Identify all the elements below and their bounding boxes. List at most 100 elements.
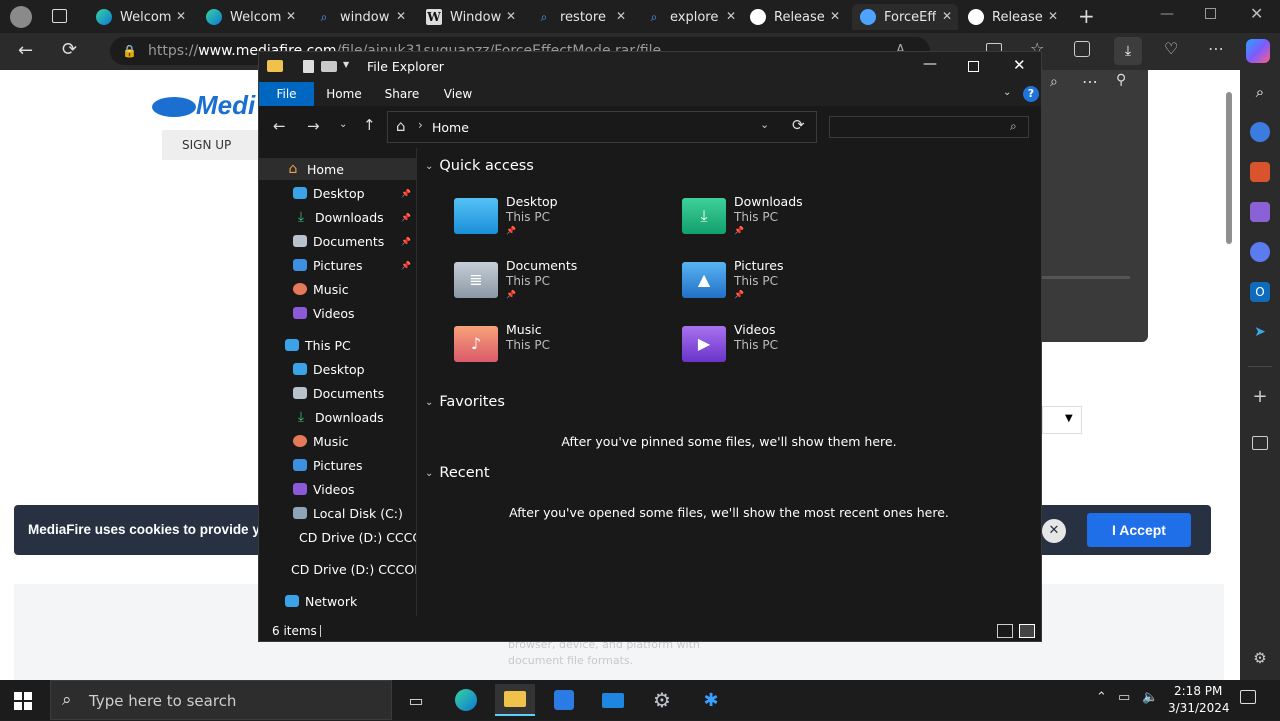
quick-access-tile-documents[interactable]: ≣ Documents This PC 📌 <box>454 258 674 314</box>
start-button[interactable] <box>14 692 32 710</box>
tab-close-icon[interactable]: ✕ <box>942 9 952 23</box>
section-quick-access[interactable]: ⌄ Quick access <box>425 158 534 174</box>
mediafire-logo[interactable]: Medi <box>152 90 255 121</box>
details-view-icon[interactable] <box>997 624 1013 638</box>
browser-tab[interactable]: ⌕ window ✕ <box>308 4 412 30</box>
nav-item-videos[interactable]: Videos <box>259 302 416 324</box>
sidebar-outlook-icon[interactable]: O <box>1250 282 1270 302</box>
popup-search-icon[interactable]: ⌕ <box>1050 74 1058 90</box>
browser-tab[interactable]: ⌕ explore ✕ <box>638 4 742 30</box>
minimize-icon[interactable]: — <box>1160 6 1174 22</box>
ribbon-tab-home[interactable]: Home <box>321 82 367 106</box>
sidebar-search-icon[interactable]: ⌕ <box>1250 82 1270 102</box>
nav-item-this-pc[interactable]: This PC <box>259 334 416 356</box>
section-favorites[interactable]: ⌄ Favorites <box>425 394 505 410</box>
nav-forward-icon[interactable]: → <box>307 117 320 135</box>
nav-item-pictures[interactable]: Pictures 📌 <box>259 254 416 276</box>
nav-recent-icon[interactable]: ⌄ <box>339 119 347 130</box>
browser-tab[interactable]: ⌕ restore ✕ <box>528 4 632 30</box>
collections-icon[interactable] <box>1074 41 1090 57</box>
tab-close-icon[interactable]: ✕ <box>726 9 736 23</box>
nav-item-videos[interactable]: Videos <box>259 478 416 500</box>
volume-icon[interactable]: 🔈 <box>1142 690 1158 705</box>
nav-refresh-icon[interactable]: ⟳ <box>792 116 805 134</box>
help-icon[interactable]: ? <box>1023 86 1039 102</box>
quick-access-tile-desktop[interactable]: Desktop This PC 📌 <box>454 194 674 250</box>
task-view-icon[interactable]: ▭ <box>396 684 436 716</box>
sidebar-send-icon[interactable]: ➤ <box>1250 322 1270 342</box>
tab-close-icon[interactable]: ✕ <box>286 9 296 23</box>
nav-item-documents[interactable]: Documents 📌 <box>259 230 416 252</box>
browser-tab[interactable]: Welcom ✕ <box>198 4 302 30</box>
settings-taskbar-icon[interactable]: ⚙ <box>642 684 682 716</box>
tab-close-icon[interactable]: ✕ <box>830 9 840 23</box>
nav-item-downloads[interactable]: ⤓ Downloads <box>259 406 416 428</box>
popup-pin-icon[interactable]: ⚲ <box>1116 72 1126 88</box>
nav-item-music[interactable]: Music <box>259 278 416 300</box>
downloads-icon[interactable]: ⤓ <box>1114 37 1142 65</box>
refresh-icon[interactable]: ⟳ <box>62 39 77 60</box>
quick-access-tile-music[interactable]: ♪ Music This PC <box>454 322 674 378</box>
quick-access-tile-downloads[interactable]: ⤓ Downloads This PC 📌 <box>682 194 902 250</box>
quick-access-tile-videos[interactable]: ▶ Videos This PC <box>682 322 902 378</box>
sidebar-feedback-icon[interactable] <box>1252 436 1268 450</box>
network-icon[interactable]: ▭ <box>1118 690 1130 705</box>
back-icon[interactable]: ← <box>18 40 33 61</box>
file-explorer-taskbar-icon[interactable] <box>495 684 535 716</box>
tab-close-icon[interactable]: ✕ <box>176 9 186 23</box>
new-tab-button[interactable]: + <box>1078 4 1095 28</box>
nav-item-local-disk-c[interactable]: Local Disk (C:) <box>259 502 416 524</box>
nav-item-cd-drive-d-cccc[interactable]: CD Drive (D:) CCCC <box>259 526 416 548</box>
nav-item-downloads[interactable]: ⤓ Downloads 📌 <box>259 206 416 228</box>
browser-tab[interactable]: W Window ✕ <box>418 4 522 30</box>
edge-taskbar-icon[interactable] <box>446 684 486 716</box>
tab-close-icon[interactable]: ✕ <box>616 9 626 23</box>
ribbon-tab-view[interactable]: View <box>435 82 481 106</box>
taskbar-search-input[interactable]: Type here to search <box>50 680 392 720</box>
section-recent[interactable]: ⌄ Recent <box>425 465 490 481</box>
sidebar-tools-icon[interactable] <box>1250 162 1270 182</box>
app-taskbar-icon[interactable]: ✱ <box>691 684 731 716</box>
browser-tab[interactable]: Release ✕ <box>960 4 1064 30</box>
page-dropdown[interactable]: ▼ <box>1042 406 1082 434</box>
nav-item-network[interactable]: Network <box>259 590 416 612</box>
signup-button[interactable]: SIGN UP <box>162 130 258 160</box>
restore-icon[interactable] <box>1205 8 1216 19</box>
mail-taskbar-icon[interactable] <box>593 684 633 716</box>
browser-tab[interactable]: Welcom ✕ <box>88 4 192 30</box>
show-hidden-icons[interactable]: ⌃ <box>1096 690 1107 705</box>
nav-item-music[interactable]: Music <box>259 430 416 452</box>
qat-dropdown-icon[interactable]: ▼ <box>343 60 349 69</box>
nav-item-cd-drive-d-cccom[interactable]: CD Drive (D:) CCCOM <box>259 558 416 580</box>
tab-actions-icon[interactable] <box>52 9 67 23</box>
cookie-dismiss-button[interactable]: ✕ <box>1042 519 1066 543</box>
profile-avatar-icon[interactable] <box>10 6 32 28</box>
clock-date[interactable]: 3/31/2024 <box>1168 701 1230 715</box>
notifications-icon[interactable] <box>1240 690 1256 704</box>
qat-new-folder-icon[interactable] <box>321 61 337 72</box>
page-scrollbar-thumb[interactable] <box>1226 92 1232 244</box>
tab-close-icon[interactable]: ✕ <box>396 9 406 23</box>
nav-item-home[interactable]: ⌂ Home <box>259 158 416 180</box>
breadcrumb-bar[interactable]: ⌂ › Home ⌄ ⟳ <box>387 111 817 143</box>
explorer-minimize-icon[interactable]: — <box>923 56 937 72</box>
browser-tab[interactable]: ForceEff ✕ <box>852 4 958 30</box>
copilot-icon[interactable] <box>1246 39 1270 63</box>
nav-back-icon[interactable]: ← <box>273 117 286 135</box>
explorer-search-input[interactable]: ⌕ <box>829 116 1029 138</box>
breadcrumb-dropdown-icon[interactable]: ⌄ <box>760 118 769 131</box>
quick-access-tile-pictures[interactable]: ▲ Pictures This PC 📌 <box>682 258 902 314</box>
nav-item-desktop[interactable]: Desktop <box>259 358 416 380</box>
browser-essentials-icon[interactable]: ♡ <box>1164 39 1178 58</box>
breadcrumb-home[interactable]: Home <box>432 120 469 135</box>
explorer-close-icon[interactable]: ✕ <box>1013 56 1026 74</box>
more-menu-icon[interactable]: ⋯ <box>1208 39 1224 58</box>
sidebar-games-icon[interactable] <box>1250 202 1270 222</box>
popup-more-icon[interactable]: ⋯ <box>1082 72 1098 91</box>
qat-properties-icon[interactable] <box>303 60 314 73</box>
explorer-title-bar[interactable]: ▼ File Explorer — ✕ <box>259 52 1041 82</box>
clock-time[interactable]: 2:18 PM <box>1174 684 1222 698</box>
nav-item-pictures[interactable]: Pictures <box>259 454 416 476</box>
ribbon-tab-file[interactable]: File <box>259 82 314 106</box>
sidebar-shopping-icon[interactable] <box>1250 122 1270 142</box>
